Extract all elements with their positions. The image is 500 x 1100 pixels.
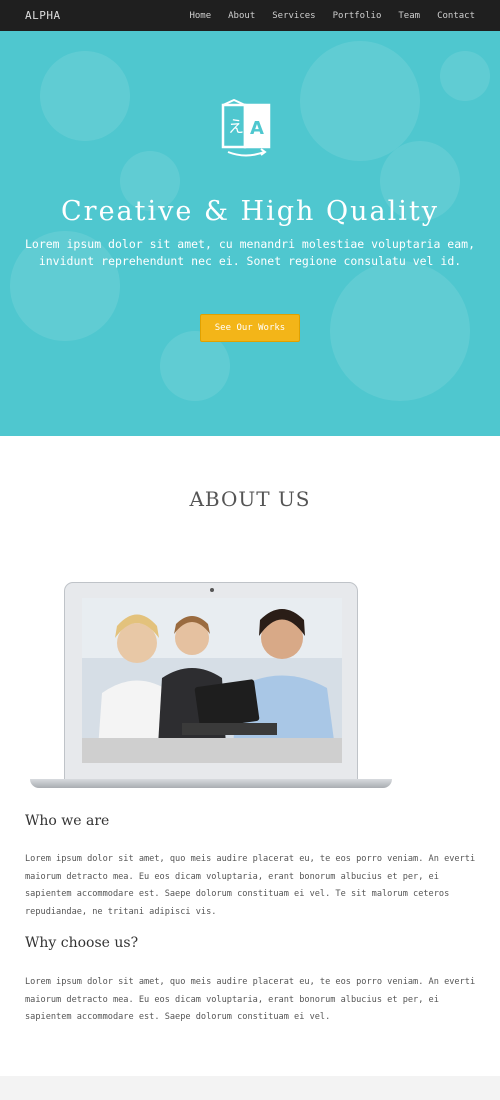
laptop-camera [210, 588, 214, 592]
hero-description-line-1: Lorem ipsum dolor sit amet, cu menandri … [24, 237, 476, 251]
main-nav: Home About Services Portfolio Team Conta… [189, 11, 475, 21]
see-our-works-button[interactable]: See Our Works [200, 314, 300, 342]
bokeh-light [40, 51, 130, 141]
hero-description-line-2: invidunt reprehendunt nec ei. Sonet regi… [38, 254, 462, 268]
why-choose-us-text: Lorem ipsum dolor sit amet, quo meis aud… [25, 977, 476, 1022]
nav-link-team[interactable]: Team [398, 11, 420, 21]
bokeh-light [300, 41, 420, 161]
top-navbar: ALPHA Home About Services Portfolio Team… [0, 0, 500, 31]
who-we-are-heading: Who we are [25, 813, 110, 829]
brand-logo-text[interactable]: ALPHA [25, 9, 61, 22]
about-section-title: ABOUT US [189, 487, 311, 511]
hero-title: Creative & High Quality [61, 196, 439, 227]
next-section-strip [0, 1076, 500, 1100]
laptop-lid [64, 582, 358, 782]
laptop-screen [82, 598, 342, 763]
nav-link-about[interactable]: About [228, 11, 255, 21]
logo-glyph-right: A [250, 118, 264, 139]
nav-link-home[interactable]: Home [189, 11, 211, 21]
who-we-are-text: Lorem ipsum dolor sit amet, quo meis aud… [25, 854, 476, 917]
why-choose-us-heading: Why choose us? [25, 935, 139, 951]
laptop-base [30, 779, 392, 788]
hero-description: Lorem ipsum dolor sit amet, cu menandri … [2, 236, 498, 270]
bokeh-light [440, 51, 490, 101]
logo-glyph-left: え [228, 117, 244, 136]
nav-link-contact[interactable]: Contact [437, 11, 475, 21]
hero-section: え A Creative & High Quality Lorem ipsum … [0, 31, 500, 436]
laptop-team-photo [30, 582, 392, 792]
nav-link-services[interactable]: Services [272, 11, 315, 21]
bokeh-light [330, 261, 470, 401]
translate-icon: え A [220, 98, 272, 161]
nav-link-portfolio[interactable]: Portfolio [333, 11, 382, 21]
